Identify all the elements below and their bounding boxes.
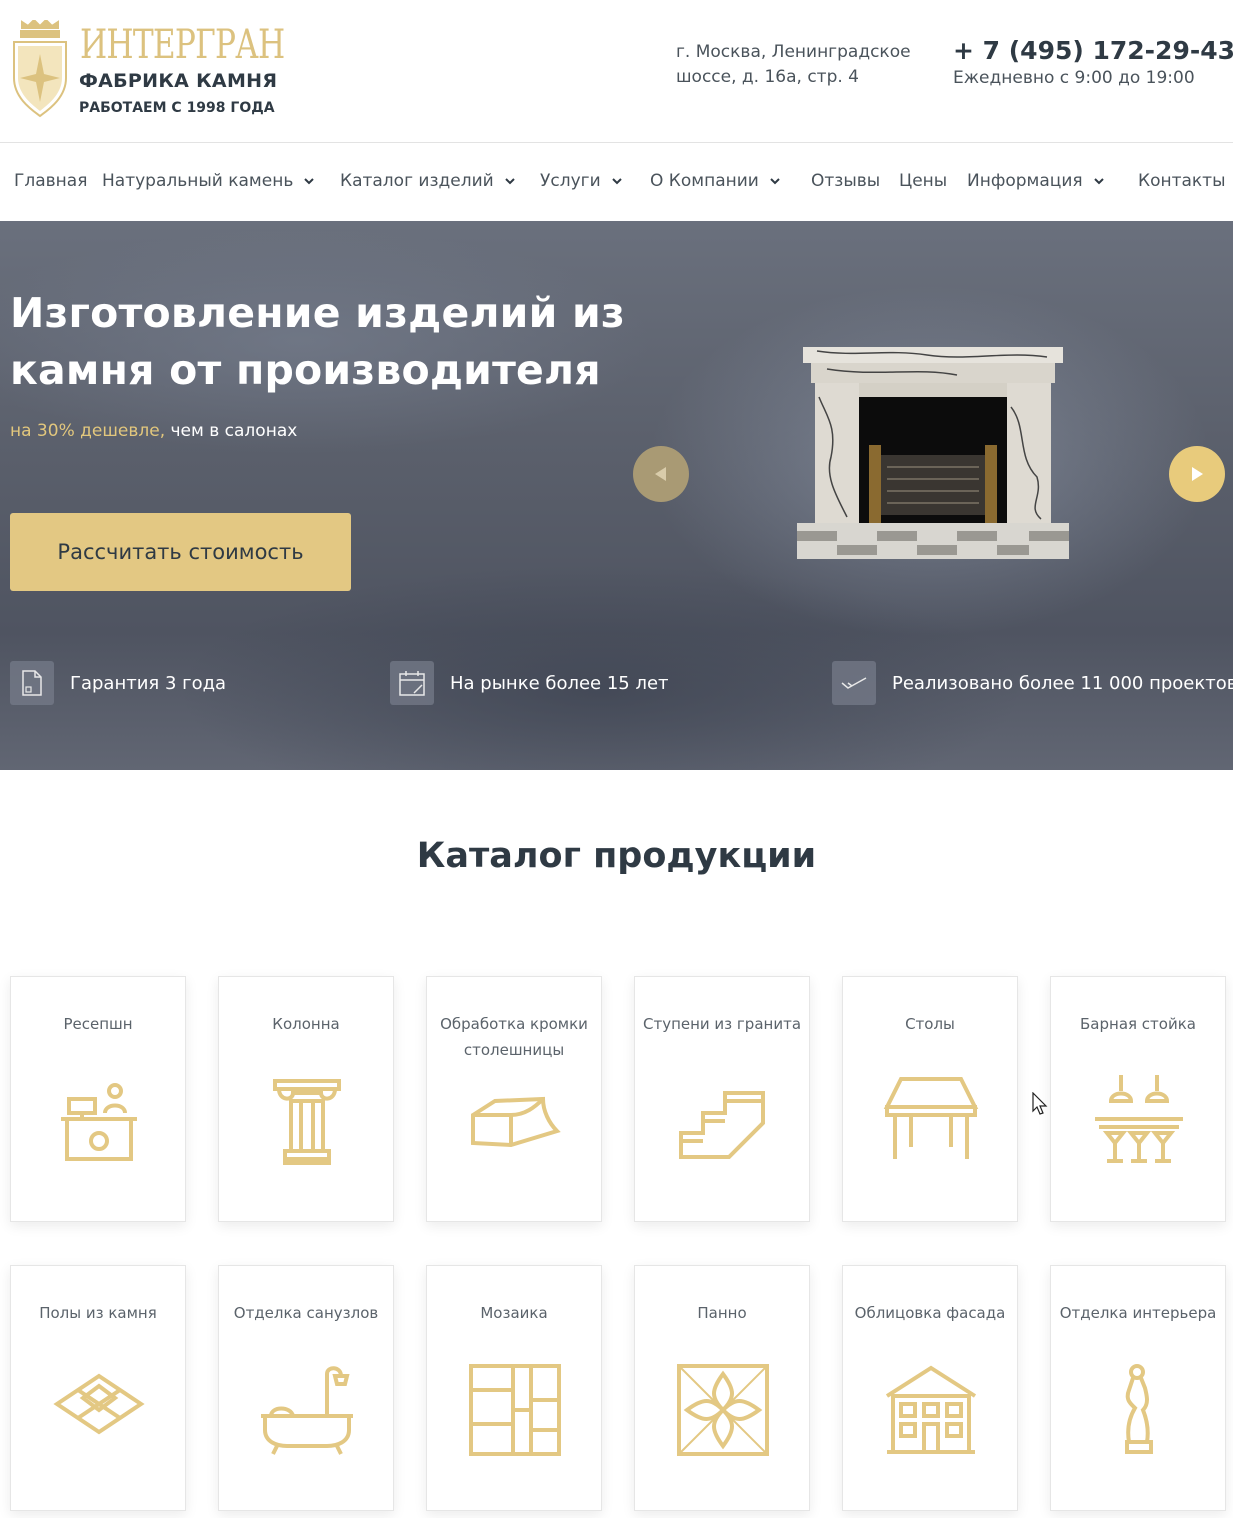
catalog-card-label: Обработка кромки столешницы [440, 1015, 588, 1059]
feature-experience: На рынке более 15 лет [390, 661, 669, 705]
nav-item-prices[interactable]: Цены [899, 171, 947, 191]
calculate-cost-button[interactable]: Рассчитать стоимость [10, 513, 351, 591]
panel-icon [677, 1364, 769, 1456]
nav-item-label: О Компании [650, 171, 759, 191]
catalog-card-column[interactable]: Колонна [218, 976, 394, 1222]
nav-item-services[interactable]: Услуги [540, 171, 623, 191]
bathtub-icon [261, 1366, 353, 1455]
nav-item-label: Каталог изделий [340, 171, 494, 191]
nav-item-reviews[interactable]: Отзывы [811, 171, 880, 191]
arrow-left-icon [655, 467, 666, 481]
feature-text: На рынке более 15 лет [450, 672, 669, 694]
catalog-card-label: Облицовка фасада [854, 1304, 1006, 1322]
statue-icon [1125, 1364, 1153, 1454]
catalog-card-facade[interactable]: Облицовка фасада [842, 1265, 1018, 1511]
catalog-card-label: Отделка интерьера [1059, 1304, 1217, 1322]
chevron-down-icon [770, 178, 780, 185]
hero-subtitle-rest: чем в салонах [165, 421, 298, 441]
feature-icon-box [390, 661, 434, 705]
catalog-card-bar-counter[interactable]: Барная стойка [1050, 976, 1226, 1222]
main-nav: Главная Натуральный камень Каталог издел… [0, 143, 1233, 221]
feature-icon-box [832, 661, 876, 705]
check-icon [841, 677, 867, 689]
arrow-right-icon [1192, 467, 1203, 481]
crest-logo-icon [13, 20, 67, 118]
nav-item-home[interactable]: Главная [14, 171, 87, 191]
mosaic-icon [469, 1364, 561, 1456]
hero-slider: Изготовление изделий из камня от произво… [0, 221, 1233, 770]
logo[interactable]: ИНТЕРГРАН ФАБРИКА КАМНЯ РАБОТАЕМ С 1998 … [8, 20, 285, 120]
catalog-card-tables[interactable]: Столы [842, 976, 1018, 1222]
address-line-2: шоссе, д. 16а, стр. 4 [676, 67, 859, 87]
catalog-card-label: Полы из камня [39, 1304, 157, 1322]
logo-brand-name: ИНТЕРГРАН [80, 22, 285, 68]
feature-icon-box [10, 661, 54, 705]
logo-subtitle: ФАБРИКА КАМНЯ [79, 70, 278, 92]
catalog-card-label: Панно [697, 1304, 747, 1322]
reception-desk-icon [61, 1083, 137, 1161]
nav-item-natural-stone[interactable]: Натуральный камень [102, 171, 315, 191]
catalog-card-stone-floors[interactable]: Полы из камня [10, 1265, 186, 1511]
feature-projects: Реализовано более 11 000 проектов [832, 661, 1233, 705]
catalog-card-label: Отделка санузлов [233, 1304, 379, 1322]
column-icon [273, 1079, 341, 1165]
nav-item-information[interactable]: Информация [967, 171, 1105, 191]
catalog-card-panel[interactable]: Панно [634, 1265, 810, 1511]
catalog-title: Каталог продукции [416, 836, 817, 876]
nav-item-label: Информация [967, 171, 1083, 191]
address: г. Москва, Ленинградское шоссе, д. 16а, … [676, 40, 926, 90]
catalog-card-countertop-edge[interactable]: Обработка кромки столешницы [426, 976, 602, 1222]
catalog-card-label: Барная стойка [1080, 1015, 1196, 1033]
stairs-icon [679, 1091, 765, 1159]
document-icon [22, 670, 42, 696]
chevron-down-icon [611, 178, 622, 185]
phone-link[interactable]: + 7 (495) 172-29-43 [953, 36, 1233, 65]
bar-counter-icon [1095, 1075, 1183, 1163]
nav-item-contacts[interactable]: Контакты [1138, 171, 1226, 191]
hero-subtitle-accent: на 30% дешевле, [10, 421, 166, 441]
catalog-card-bathroom[interactable]: Отделка санузлов [218, 1265, 394, 1511]
feature-warranty: Гарантия 3 года [10, 661, 226, 705]
feature-text: Реализовано более 11 000 проектов [892, 672, 1233, 694]
catalog-card-label: Ресепшн [63, 1015, 133, 1033]
site-header: ИНТЕРГРАН ФАБРИКА КАМНЯ РАБОТАЕМ С 1998 … [0, 0, 1233, 143]
nav-item-label: Натуральный камень [102, 171, 294, 191]
address-line-1: г. Москва, Ленинградское [676, 42, 911, 62]
nav-item-label: Контакты [1138, 171, 1226, 191]
slider-next-button[interactable] [1169, 446, 1225, 502]
nav-item-about[interactable]: О Компании [650, 171, 781, 191]
catalog-card-granite-stairs[interactable]: Ступени из гранита [634, 976, 810, 1222]
chevron-down-icon [304, 178, 315, 185]
fireplace-slide-image [797, 347, 1069, 559]
catalog-card-interior[interactable]: Отделка интерьера [1050, 1265, 1226, 1511]
chevron-down-icon [504, 178, 515, 185]
catalog-card-label: Ступени из гранита [642, 1015, 802, 1033]
calendar-icon [399, 671, 425, 696]
nav-item-label: Услуги [540, 171, 601, 191]
catalog-card-label: Столы [905, 1015, 955, 1033]
logo-since: РАБОТАЕМ С 1998 ГОДА [79, 100, 275, 116]
catalog-card-label: Колонна [272, 1015, 340, 1033]
chevron-down-icon [1093, 178, 1104, 185]
floor-tiles-icon [53, 1373, 145, 1435]
slider-prev-button[interactable] [633, 446, 689, 502]
countertop-edge-icon [471, 1096, 561, 1148]
catalog-card-label: Мозаика [480, 1304, 548, 1322]
feature-text: Гарантия 3 года [70, 672, 227, 694]
catalog-card-mosaic[interactable]: Мозаика [426, 1265, 602, 1511]
nav-item-label: Главная [14, 171, 88, 191]
nav-item-catalog[interactable]: Каталог изделий [340, 171, 516, 191]
mouse-cursor-icon [1032, 1092, 1048, 1115]
hero-subtitle: на 30% дешевле, чем в салонах [10, 421, 297, 441]
hero-title: Изготовление изделий из камня от произво… [10, 289, 625, 394]
nav-item-label: Цены [899, 171, 948, 191]
table-icon [883, 1077, 979, 1159]
catalog-card-reception[interactable]: Ресепшн [10, 976, 186, 1222]
building-facade-icon [885, 1365, 977, 1454]
working-hours: Ежедневно с 9:00 до 19:00 [953, 68, 1195, 88]
nav-item-label: Отзывы [811, 171, 881, 191]
